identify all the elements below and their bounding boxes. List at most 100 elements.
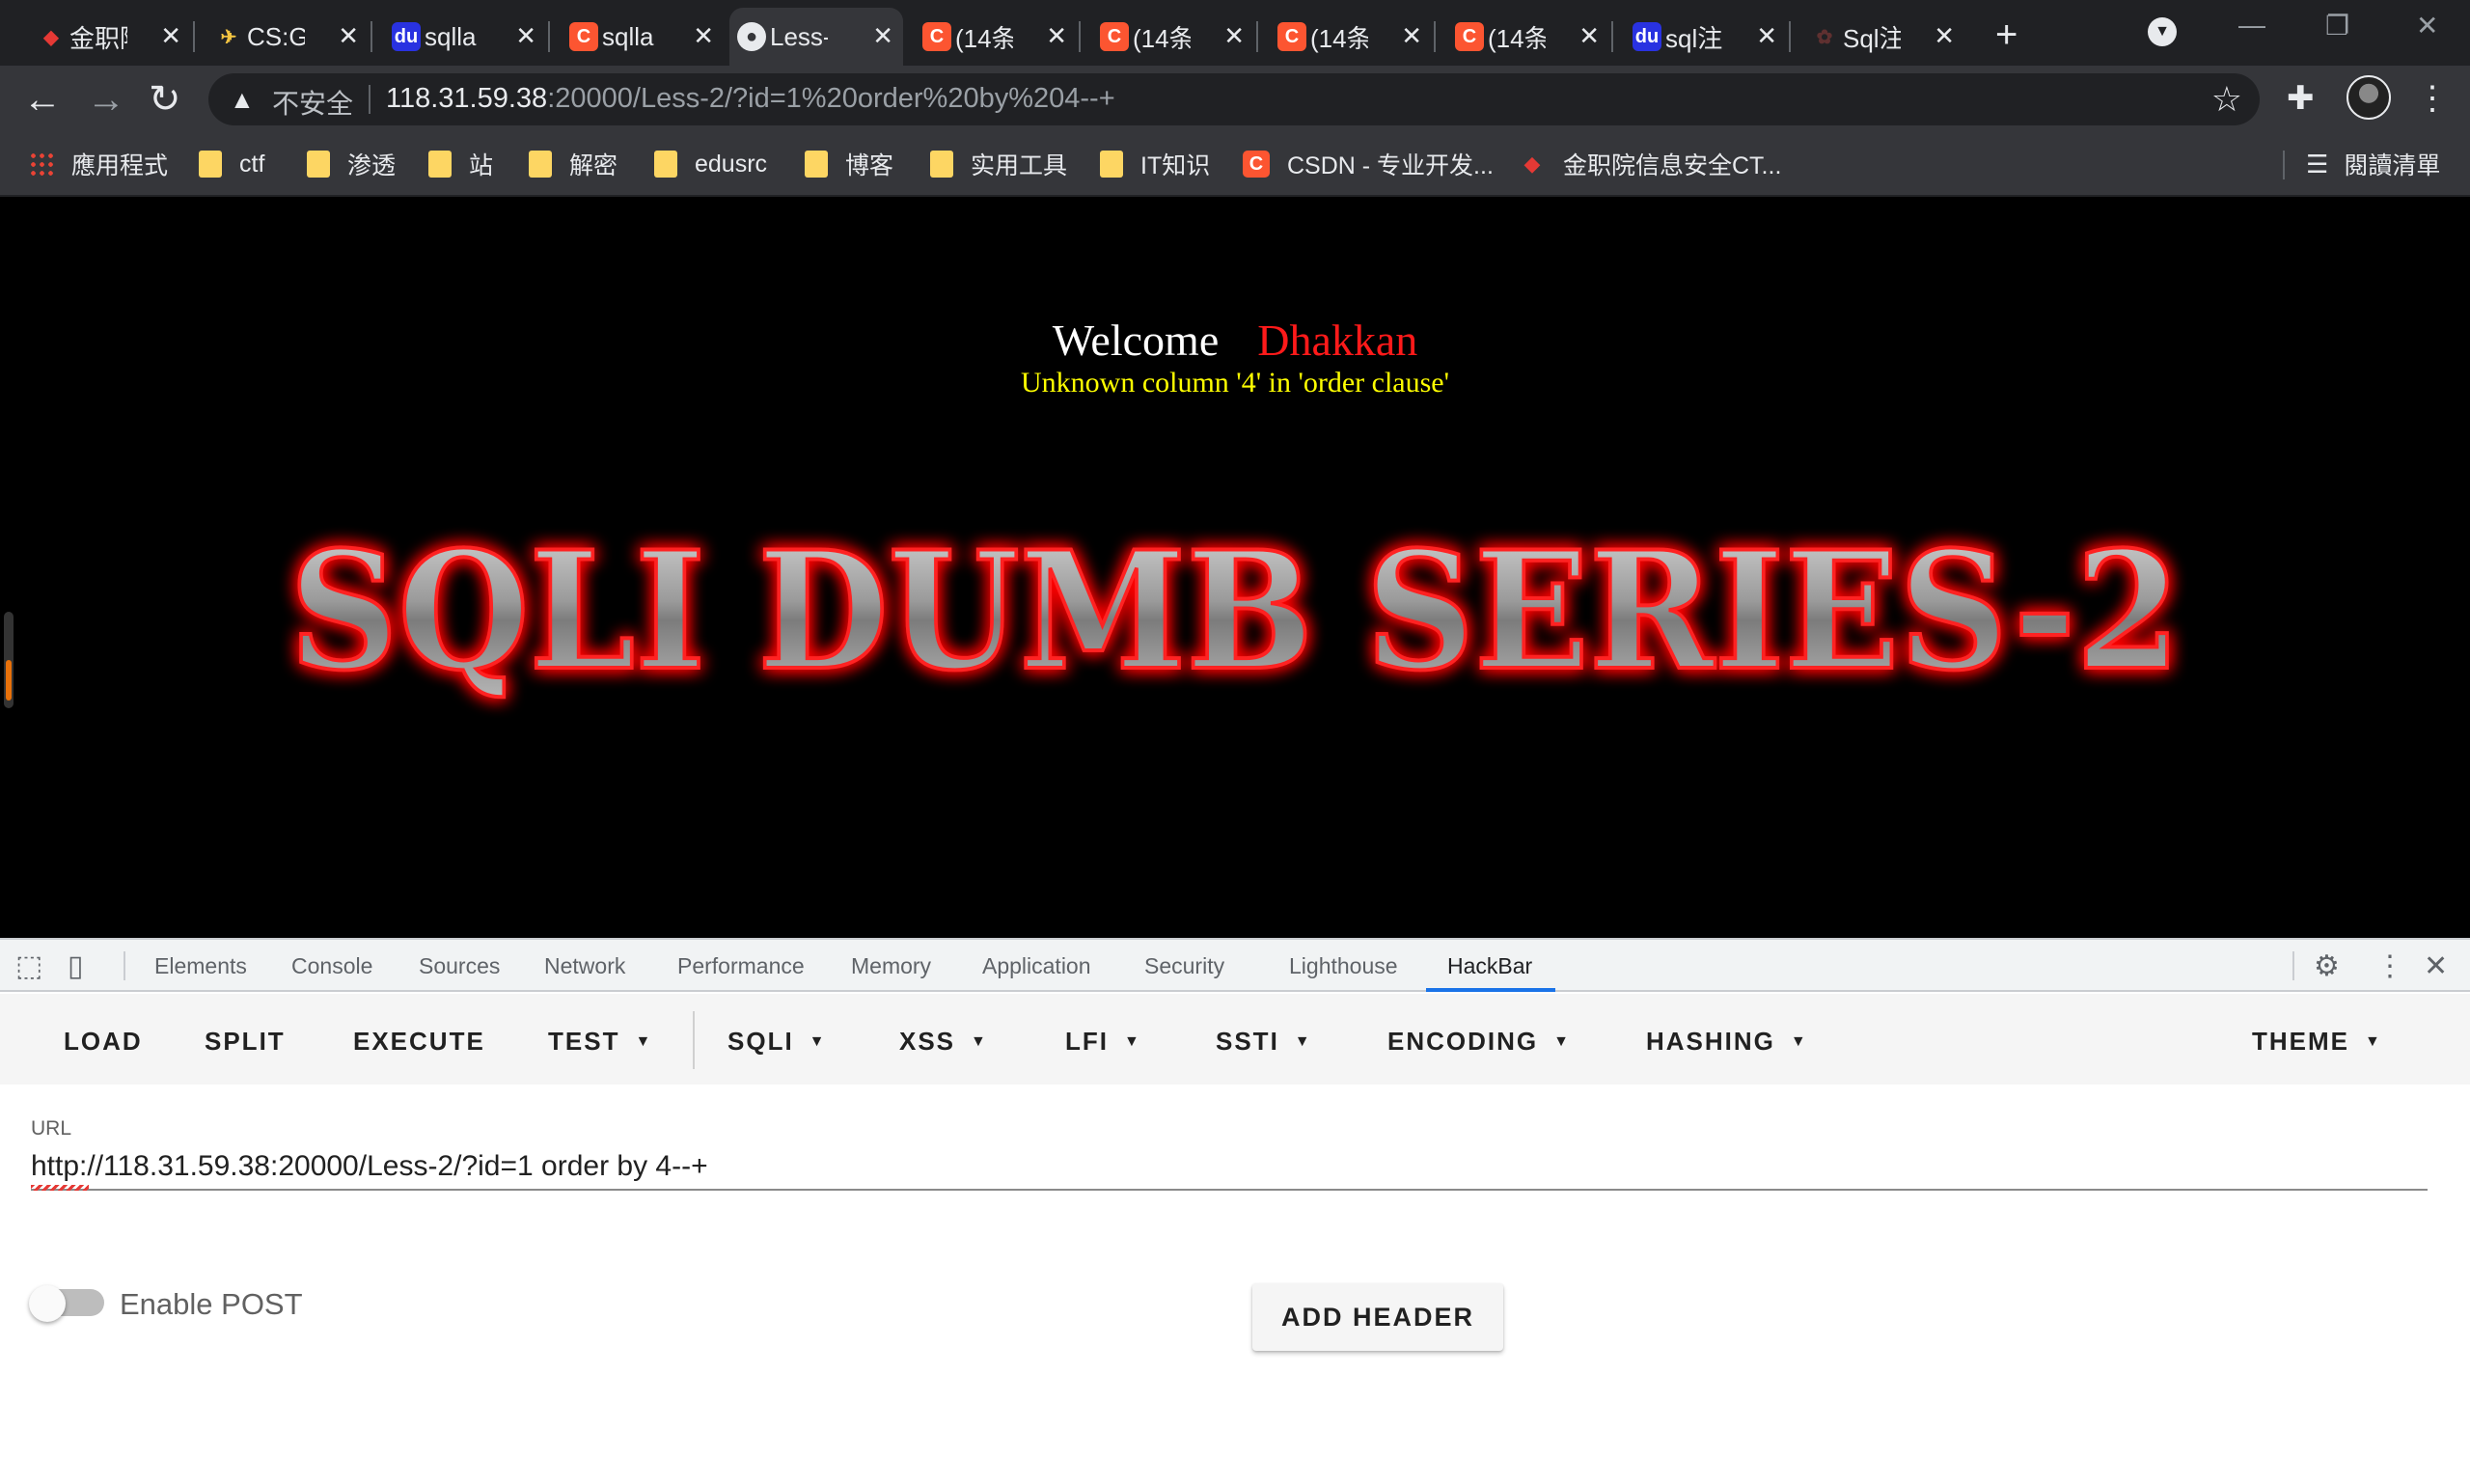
bookmark-apps[interactable]: 應用程式 bbox=[29, 147, 168, 181]
lfi-menu-button[interactable]: LFI ▼ bbox=[1065, 1027, 1141, 1057]
profile-avatar[interactable] bbox=[2346, 75, 2391, 120]
bookmark-jinzhi[interactable]: ◆ 金职院信息安全CT... bbox=[1519, 147, 1782, 181]
close-devtools-icon[interactable]: ✕ bbox=[2424, 949, 2448, 983]
bookmark-pentest[interactable]: 渗透 bbox=[307, 147, 396, 181]
close-icon[interactable]: ✕ bbox=[1046, 21, 1067, 51]
menu-label: SPLIT bbox=[205, 1027, 286, 1056]
bookmark-csdn[interactable]: C CSDN - 专业开发... bbox=[1243, 147, 1494, 181]
new-tab-icon[interactable]: + bbox=[1995, 14, 2017, 57]
sqli-menu-button[interactable]: SQLI ▼ bbox=[727, 1027, 827, 1057]
device-toolbar-icon[interactable]: ▯ bbox=[68, 949, 84, 983]
close-icon[interactable]: ✕ bbox=[1578, 21, 1600, 51]
back-icon[interactable]: ← bbox=[23, 77, 62, 122]
gear-icon[interactable]: ⚙ bbox=[2314, 949, 2340, 983]
tab-sources[interactable]: Sources bbox=[419, 953, 500, 979]
tab-jinzhi[interactable]: ◆ 金职院 ✕ bbox=[29, 8, 191, 66]
close-icon[interactable]: ✕ bbox=[338, 21, 359, 51]
bookmark-label: 應用程式 bbox=[71, 152, 169, 179]
close-icon[interactable]: ✕ bbox=[160, 21, 181, 51]
tab-search-icon[interactable]: ▼ bbox=[2148, 17, 2177, 46]
close-icon[interactable]: ✕ bbox=[515, 21, 536, 51]
url-field-label: URL bbox=[31, 1117, 72, 1140]
menu-label: THEME bbox=[2252, 1027, 2349, 1056]
address-bar[interactable]: ▲ 不安全 118.31.59.38:20000/Less-2/?id=1%20… bbox=[208, 73, 2260, 125]
reading-list[interactable]: ☰ 閱讀清單 bbox=[2306, 147, 2440, 181]
tab-separator bbox=[1611, 21, 1613, 52]
more-options-icon[interactable]: ⋮ bbox=[2375, 949, 2404, 983]
add-header-button[interactable]: ADD HEADER bbox=[1252, 1283, 1503, 1351]
tab-csgo[interactable]: ✈ CS:GO ✕ bbox=[206, 8, 369, 66]
address-url[interactable]: 118.31.59.38:20000/Less-2/?id=1%20order%… bbox=[386, 83, 1115, 115]
chevron-down-icon: ▼ bbox=[2365, 1033, 2382, 1050]
tab-sql-other[interactable]: ✿ Sql注 ✕ bbox=[1802, 8, 1964, 66]
tab-application[interactable]: Application bbox=[982, 953, 1091, 979]
tab-network[interactable]: Network bbox=[544, 953, 625, 979]
inspect-element-icon[interactable]: ⬚ bbox=[15, 949, 42, 983]
folder-icon bbox=[529, 151, 552, 178]
tab-separator bbox=[1079, 21, 1081, 52]
tab-performance[interactable]: Performance bbox=[677, 953, 805, 979]
tab-sqllab-csdn[interactable]: C sqlla ✕ bbox=[562, 8, 724, 66]
active-tab-indicator bbox=[1426, 988, 1555, 992]
close-icon[interactable]: ✕ bbox=[1934, 21, 1955, 51]
tab-less-2[interactable]: ● Less- ✕ bbox=[729, 8, 903, 66]
folder-icon bbox=[930, 151, 953, 178]
bookmark-blog[interactable]: 博客 bbox=[805, 147, 893, 181]
tab-memory[interactable]: Memory bbox=[851, 953, 931, 979]
minimize-icon[interactable]: — bbox=[2238, 10, 2265, 41]
restore-icon[interactable]: ❐ bbox=[2325, 10, 2349, 41]
tab-hackbar[interactable]: HackBar bbox=[1447, 953, 1532, 979]
devtools-panel: ⬚ ▯ Elements Console Sources Network Per… bbox=[0, 938, 2470, 1484]
menu-label: HASHING bbox=[1646, 1027, 1775, 1056]
chevron-down-icon: ▼ bbox=[1294, 1033, 1312, 1050]
tab-separator bbox=[1789, 21, 1791, 52]
bookmark-decrypt[interactable]: 解密 bbox=[529, 147, 618, 181]
split-button[interactable]: SPLIT bbox=[205, 1027, 286, 1057]
xss-menu-button[interactable]: XSS ▼ bbox=[899, 1027, 988, 1057]
hashing-menu-button[interactable]: HASHING ▼ bbox=[1646, 1027, 1808, 1057]
enable-post-toggle-knob[interactable] bbox=[29, 1285, 66, 1322]
close-icon[interactable]: ✕ bbox=[1223, 21, 1245, 51]
bookmark-ctf[interactable]: ctf bbox=[199, 147, 264, 181]
ssti-menu-button[interactable]: SSTI ▼ bbox=[1216, 1027, 1312, 1057]
tab-csdn-3[interactable]: C (14条 ✕ bbox=[1270, 8, 1432, 66]
url-input[interactable] bbox=[31, 1144, 2428, 1191]
close-icon[interactable]: ✕ bbox=[1756, 21, 1777, 51]
tab-csdn-1[interactable]: C (14条 ✕ bbox=[915, 8, 1077, 66]
tab-sqllab-baidu[interactable]: du sqlla ✕ bbox=[384, 8, 546, 66]
bookmark-edusrc[interactable]: edusrc bbox=[654, 147, 767, 181]
tab-elements[interactable]: Elements bbox=[154, 953, 247, 979]
tab-security[interactable]: Security bbox=[1144, 953, 1224, 979]
window-close-icon[interactable]: ✕ bbox=[2416, 10, 2438, 41]
test-menu-button[interactable]: TEST ▼ bbox=[548, 1027, 652, 1057]
bookmark-star-icon[interactable]: ☆ bbox=[2211, 79, 2242, 120]
tab-csdn-4[interactable]: C (14条 ✕ bbox=[1447, 8, 1609, 66]
tab-lighthouse[interactable]: Lighthouse bbox=[1289, 953, 1398, 979]
tab-sql-baidu[interactable]: du sql注 ✕ bbox=[1625, 8, 1787, 66]
folder-icon bbox=[428, 151, 452, 178]
extensions-icon[interactable]: ✚ bbox=[2287, 79, 2315, 118]
menu-label: EXECUTE bbox=[353, 1027, 485, 1056]
theme-menu-button[interactable]: THEME ▼ bbox=[2252, 1027, 2382, 1057]
bookmark-tools[interactable]: 实用工具 bbox=[930, 147, 1067, 181]
load-button[interactable]: LOAD bbox=[64, 1027, 143, 1057]
security-label[interactable]: 不安全 bbox=[272, 83, 353, 122]
csdn-favicon-icon: C bbox=[1100, 22, 1129, 51]
bookmarks-separator bbox=[2283, 151, 2285, 179]
execute-button[interactable]: EXECUTE bbox=[353, 1027, 485, 1057]
tab-label: CS:GO bbox=[247, 21, 305, 51]
tab-console[interactable]: Console bbox=[291, 953, 372, 979]
reload-icon[interactable]: ↻ bbox=[149, 77, 181, 122]
close-icon[interactable]: ✕ bbox=[1401, 21, 1422, 51]
folder-icon bbox=[654, 151, 677, 178]
menu-kebab-icon[interactable]: ⋮ bbox=[2416, 79, 2449, 118]
encoding-menu-button[interactable]: ENCODING ▼ bbox=[1387, 1027, 1571, 1057]
tab-csdn-2[interactable]: C (14条 ✕ bbox=[1092, 8, 1254, 66]
bookmark-it[interactable]: IT知识 bbox=[1100, 147, 1210, 181]
warning-icon[interactable]: ▲ bbox=[230, 85, 255, 115]
forward-icon[interactable]: → bbox=[87, 77, 125, 122]
close-icon[interactable]: ✕ bbox=[872, 21, 893, 51]
close-icon[interactable]: ✕ bbox=[693, 21, 714, 51]
side-scroll-indicator[interactable] bbox=[4, 612, 14, 708]
bookmark-sites[interactable]: 站 bbox=[428, 147, 493, 181]
